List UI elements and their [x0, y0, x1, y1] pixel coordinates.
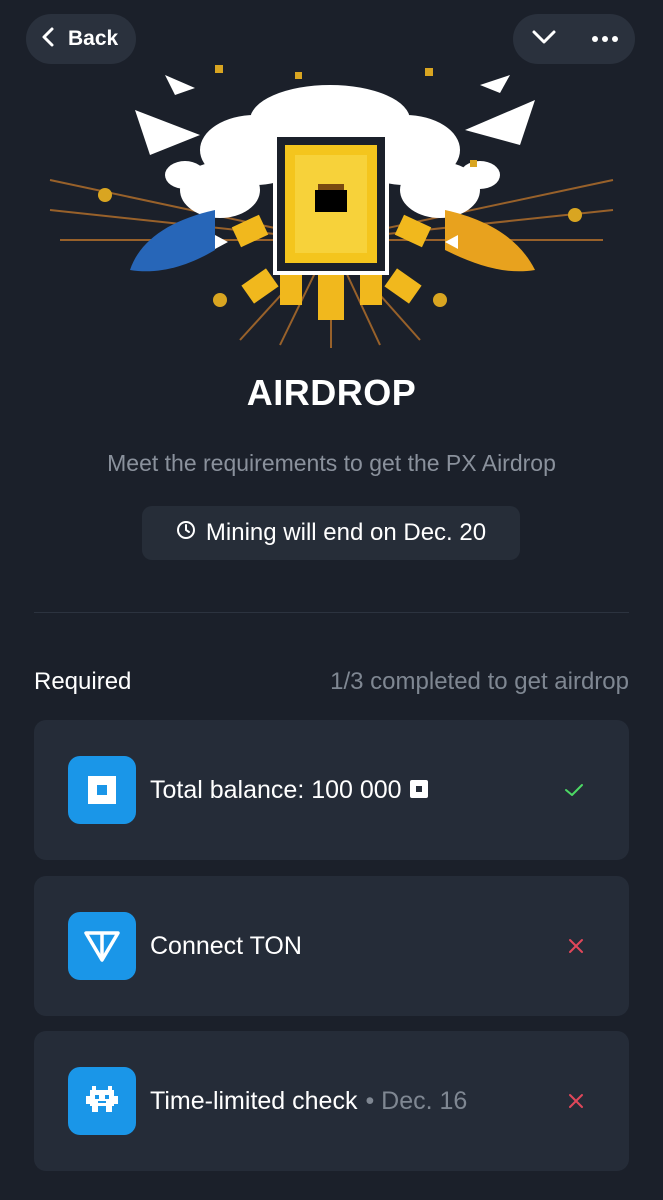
airdrop-illustration — [40, 60, 623, 350]
px-token-icon — [409, 776, 428, 805]
chevron-left-icon — [40, 26, 58, 53]
task-connect-ton[interactable]: Connect TON — [34, 876, 629, 1016]
page-subtitle: Meet the requirements to get the PX Aird… — [107, 450, 556, 476]
header-actions — [513, 14, 635, 64]
task-label: Time-limited check — [150, 1086, 358, 1115]
clock-icon — [176, 519, 196, 547]
task-label: Total balance: 100 000 — [150, 775, 402, 804]
close-icon — [567, 876, 585, 1016]
requirements-progress: 1/3 completed to get airdrop — [330, 668, 629, 695]
task-total-balance[interactable]: Total balance: 100 000 — [34, 720, 629, 860]
ton-icon — [68, 912, 136, 980]
more-button[interactable] — [574, 14, 635, 64]
top-bar: Back — [0, 14, 663, 66]
divider — [34, 612, 629, 613]
page-title: AIRDROP — [246, 372, 417, 413]
airdrop-screen: Back AIRDROP Meet the requirements to ge… — [0, 0, 663, 1200]
px-coin-icon — [68, 756, 136, 824]
airdrop-art-icon — [49, 65, 614, 348]
more-dots-icon — [591, 30, 619, 48]
back-label: Back — [68, 27, 119, 50]
task-date: • Dec. 16 — [365, 1086, 468, 1115]
collapse-button[interactable] — [513, 14, 574, 64]
close-icon — [567, 1031, 585, 1171]
mining-end-badge: Mining will end on Dec. 20 — [142, 506, 520, 560]
mining-end-text: Mining will end on Dec. 20 — [205, 519, 487, 546]
task-label: Connect TON — [150, 931, 302, 960]
check-icon — [563, 720, 585, 860]
chevron-down-icon — [531, 28, 557, 51]
back-button[interactable]: Back — [26, 14, 137, 64]
pixel-creature-icon — [68, 1067, 136, 1135]
task-time-limited-check[interactable]: Time-limited check • Dec. 16 — [34, 1031, 629, 1171]
required-label: Required — [34, 668, 132, 695]
